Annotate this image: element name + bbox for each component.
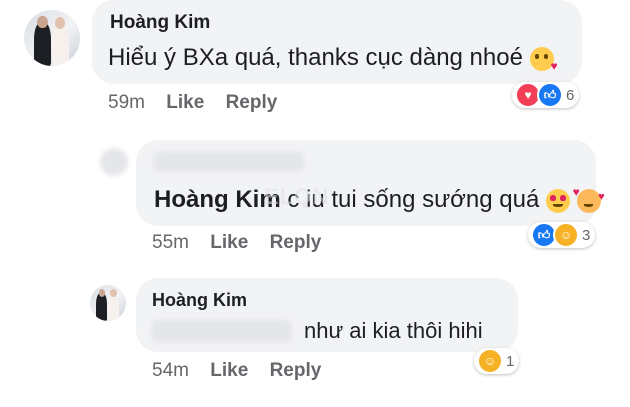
timestamp[interactable]: 54m	[152, 360, 189, 381]
reply-link[interactable]: Reply	[226, 92, 278, 113]
smiling-face-with-hearts-emoji: ♥ ♥	[573, 185, 605, 213]
reply-link[interactable]: Reply	[270, 360, 322, 381]
redacted-mention	[152, 320, 292, 342]
comment-text: như ai kia thôi hihi	[304, 318, 483, 343]
redacted-author	[154, 152, 304, 172]
comment-meta: 55m Like Reply	[152, 232, 321, 254]
comment-bubble: Hoàng Kim như ai kia thôi hihi	[136, 278, 518, 352]
like-link[interactable]: Like	[166, 92, 204, 113]
thumbs-up-reaction-icon: 👍︎	[537, 82, 563, 108]
comment-bubble: Hoàng Kim Hiểu ý BXa quá, thanks cục dàn…	[92, 0, 582, 84]
timestamp[interactable]: 59m	[108, 92, 145, 113]
haha-reaction-icon: ☺︎	[477, 348, 503, 374]
comment-meta: 54m Like Reply	[152, 360, 321, 382]
comment-meta: 59m Like Reply	[108, 92, 277, 114]
reaction-summary[interactable]: 👍︎ ☺︎ 3	[528, 222, 596, 248]
reaction-count: 1	[506, 352, 515, 370]
comment-author[interactable]: Hoàng Kim	[152, 290, 247, 311]
avatar[interactable]	[24, 10, 80, 66]
comment-text: Hoàng Kim c iu tui sống sướng quá ♥ ♥	[154, 184, 605, 213]
reaction-count: 6	[566, 86, 575, 104]
like-link[interactable]: Like	[210, 232, 248, 253]
haha-reaction-icon: ☺︎	[553, 222, 579, 248]
comment-text: Hiểu ý BXa quá, thanks cục dàng nhoé ♥	[108, 44, 558, 73]
comment-bubble: Hoàng Kim c iu tui sống sướng quá ♥ ♥ EL…	[136, 140, 605, 226]
heart-eyes-emoji	[545, 188, 570, 213]
watermark: ELQN	[264, 184, 330, 209]
timestamp[interactable]: 55m	[152, 232, 189, 253]
like-link[interactable]: Like	[210, 360, 248, 381]
reaction-count: 3	[582, 226, 591, 244]
kissing-heart-emoji: ♥	[529, 46, 558, 73]
comment-author[interactable]: Hoàng Kim	[110, 12, 210, 34]
reaction-summary[interactable]: ☺︎ 1	[474, 348, 520, 374]
reaction-summary[interactable]: ♥ 👍︎ 6	[512, 82, 580, 108]
avatar[interactable]	[100, 148, 128, 176]
avatar[interactable]	[90, 285, 126, 321]
reply-link[interactable]: Reply	[270, 232, 322, 253]
mention[interactable]: Hoàng Kim	[154, 186, 281, 213]
